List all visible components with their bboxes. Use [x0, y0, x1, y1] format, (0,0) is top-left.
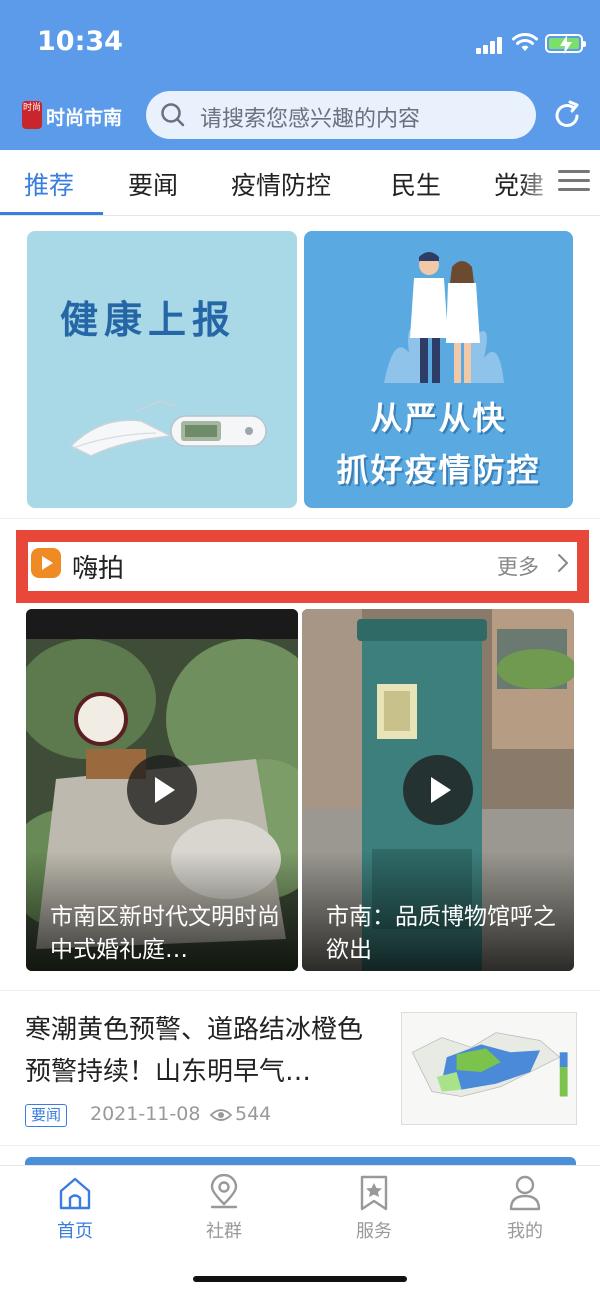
city-name[interactable]: 时尚市南 [46, 103, 122, 130]
play-logo-icon [31, 548, 61, 578]
app-header: 10:34 时尚 时尚市南 请搜索您感兴趣的内容 [0, 0, 600, 150]
category-tabs: 推荐 要闻 疫情防控 民生 党建 [0, 150, 600, 216]
search-bar[interactable]: 请搜索您感兴趣的内容 [146, 91, 536, 139]
nav-label: 服务 [356, 1221, 392, 1242]
nav-label: 社群 [206, 1221, 242, 1242]
video-card[interactable]: 市南区新时代文明时尚中式婚礼庭… [26, 609, 298, 971]
status-bar: 10:34 [0, 0, 600, 88]
user-icon [509, 1175, 541, 1211]
city-logo-seal: 时尚 [22, 101, 42, 129]
epidemic-control-banner[interactable]: 从严从快 抓好疫情防控 [304, 231, 573, 508]
nav-label: 首页 [57, 1221, 93, 1242]
health-report-title: 健康上报 [60, 298, 237, 342]
menu-icon[interactable] [558, 167, 592, 195]
tab-epidemic-control[interactable]: 疫情防控 [231, 166, 331, 202]
play-button[interactable] [127, 755, 197, 825]
epidemic-banner-line2: 抓好疫情防控 [336, 451, 541, 489]
section-title: 嗨拍 [72, 554, 125, 584]
weather-map-thumbnail[interactable] [401, 1012, 577, 1125]
section-divider [0, 518, 600, 519]
news-view-count: 544 [235, 1103, 272, 1125]
eye-icon [210, 1109, 232, 1121]
active-tab-indicator [0, 212, 103, 215]
nav-home[interactable]: 首页 [25, 1174, 125, 1243]
search-icon [161, 103, 185, 127]
thermometer-illustration [69, 400, 267, 457]
nav-services[interactable]: 服务 [324, 1174, 424, 1243]
news-date: 2021-11-08 [90, 1103, 201, 1125]
wifi-icon [512, 33, 538, 51]
chevron-right-icon[interactable] [556, 552, 570, 574]
news-category-tag: 要闻 [25, 1104, 68, 1127]
doctors-illustration [384, 252, 504, 383]
health-report-banner[interactable]: 健康上报 [27, 231, 297, 508]
home-icon [59, 1177, 91, 1210]
video-title: 市南：品质博物馆呼之欲出 [326, 904, 556, 963]
section-more-link[interactable]: 更多 [497, 551, 539, 581]
bookmark-star-icon [360, 1175, 388, 1211]
news-divider [0, 990, 600, 991]
location-pin-icon [210, 1174, 238, 1209]
nav-community[interactable]: 社群 [174, 1174, 274, 1243]
video-card[interactable]: 市南：品质博物馆呼之欲出 [302, 609, 574, 971]
search-placeholder: 请搜索您感兴趣的内容 [200, 107, 421, 132]
nav-label: 我的 [507, 1221, 543, 1242]
battery-icon [545, 34, 586, 54]
tab-livelihood[interactable]: 民生 [391, 166, 441, 202]
nav-mine[interactable]: 我的 [475, 1174, 575, 1243]
video-title: 市南区新时代文明时尚中式婚礼庭… [50, 904, 280, 963]
play-button[interactable] [403, 755, 473, 825]
tab-recommend[interactable]: 推荐 [24, 166, 74, 202]
tab-news[interactable]: 要闻 [128, 166, 178, 202]
epidemic-banner-line1: 从严从快 [370, 399, 507, 437]
status-time: 10:34 [37, 26, 123, 57]
home-indicator [193, 1276, 407, 1282]
tabs-fade [520, 150, 560, 214]
refresh-icon[interactable] [551, 99, 583, 131]
cellular-signal-icon [476, 36, 506, 54]
news-divider [0, 1145, 600, 1146]
news-title[interactable]: 寒潮黄色预警、道路结冰橙色预警持续！山东明早气… [25, 1009, 385, 1093]
